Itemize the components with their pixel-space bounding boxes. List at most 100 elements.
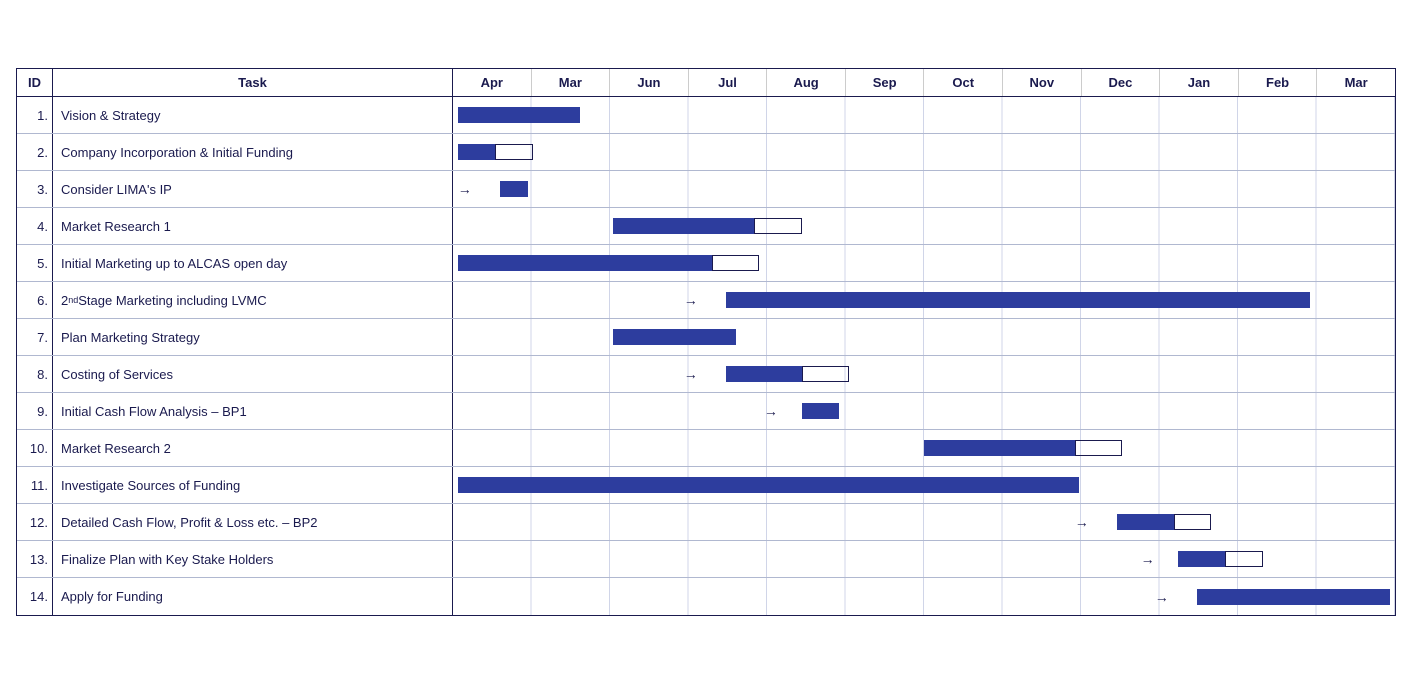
arrow-icon: → bbox=[1155, 589, 1169, 605]
row-id: 5. bbox=[17, 245, 53, 281]
gantt-bar bbox=[1117, 514, 1174, 530]
row-chart: → bbox=[453, 356, 1395, 392]
arrow-icon: → bbox=[458, 181, 472, 197]
gantt-bar-outline bbox=[495, 144, 533, 160]
header-id: ID bbox=[17, 69, 53, 96]
row-chart: → bbox=[453, 393, 1395, 429]
row-id: 12. bbox=[17, 504, 53, 540]
arrow-icon: → bbox=[764, 403, 778, 419]
gantt-bar-outline bbox=[754, 218, 801, 234]
gantt-bar-outline bbox=[1075, 440, 1122, 456]
gantt-bar bbox=[1197, 589, 1390, 605]
arrow-icon: → bbox=[684, 292, 698, 308]
gantt-bar-outline bbox=[1225, 551, 1263, 567]
table-row: 10. Market Research 2 bbox=[17, 430, 1395, 467]
gantt-bar bbox=[613, 218, 754, 234]
header-task: Task bbox=[53, 69, 453, 96]
row-task: Investigate Sources of Funding bbox=[53, 467, 453, 503]
row-task: Company Incorporation & Initial Funding bbox=[53, 134, 453, 170]
month-jan: Jan bbox=[1160, 69, 1239, 96]
table-row: 4. Market Research 1 bbox=[17, 208, 1395, 245]
table-row: 11. Investigate Sources of Funding bbox=[17, 467, 1395, 504]
row-task: Apply for Funding bbox=[53, 578, 453, 615]
month-sep: Sep bbox=[846, 69, 925, 96]
gantt-bar bbox=[1178, 551, 1225, 567]
row-chart bbox=[453, 134, 1395, 170]
row-task: Finalize Plan with Key Stake Holders bbox=[53, 541, 453, 577]
table-row: 5. Initial Marketing up to ALCAS open da… bbox=[17, 245, 1395, 282]
row-task: Plan Marketing Strategy bbox=[53, 319, 453, 355]
table-row: 2. Company Incorporation & Initial Fundi… bbox=[17, 134, 1395, 171]
row-chart bbox=[453, 97, 1395, 133]
row-chart bbox=[453, 245, 1395, 281]
table-row: 8. Costing of Services → bbox=[17, 356, 1395, 393]
row-chart bbox=[453, 430, 1395, 466]
table-row: 3. Consider LIMA's IP → bbox=[17, 171, 1395, 208]
month-jun: Jun bbox=[610, 69, 689, 96]
row-chart: → bbox=[453, 282, 1395, 318]
row-id: 13. bbox=[17, 541, 53, 577]
gantt-bar bbox=[802, 403, 840, 419]
row-task: Consider LIMA's IP bbox=[53, 171, 453, 207]
row-chart: → bbox=[453, 578, 1395, 615]
row-task: Market Research 2 bbox=[53, 430, 453, 466]
month-oct: Oct bbox=[924, 69, 1003, 96]
row-task: Detailed Cash Flow, Profit & Loss etc. –… bbox=[53, 504, 453, 540]
table-row: 9. Initial Cash Flow Analysis – BP1 → bbox=[17, 393, 1395, 430]
gantt-header: ID Task Apr Mar Jun Jul Aug Sep Oct Nov … bbox=[17, 69, 1395, 97]
row-task: Initial Marketing up to ALCAS open day bbox=[53, 245, 453, 281]
row-chart bbox=[453, 208, 1395, 244]
month-jul: Jul bbox=[689, 69, 768, 96]
month-feb: Feb bbox=[1239, 69, 1318, 96]
row-id: 2. bbox=[17, 134, 53, 170]
row-id: 11. bbox=[17, 467, 53, 503]
row-id: 4. bbox=[17, 208, 53, 244]
gantt-bar bbox=[726, 292, 1310, 308]
gantt-bar bbox=[500, 181, 528, 197]
table-row: 13. Finalize Plan with Key Stake Holders… bbox=[17, 541, 1395, 578]
row-chart: → bbox=[453, 171, 1395, 207]
row-task: Initial Cash Flow Analysis – BP1 bbox=[53, 393, 453, 429]
row-id: 8. bbox=[17, 356, 53, 392]
row-id: 3. bbox=[17, 171, 53, 207]
gantt-bar bbox=[458, 477, 1080, 493]
gantt-bar bbox=[613, 329, 735, 345]
arrow-icon: → bbox=[1141, 551, 1155, 567]
arrow-icon: → bbox=[1075, 514, 1089, 530]
row-task: Costing of Services bbox=[53, 356, 453, 392]
gantt-bar-outline bbox=[1174, 514, 1212, 530]
gantt-bar bbox=[924, 440, 1075, 456]
month-may: Mar bbox=[532, 69, 611, 96]
table-row: 7. Plan Marketing Strategy bbox=[17, 319, 1395, 356]
month-apr: Apr bbox=[453, 69, 532, 96]
table-row: 6. 2nd Stage Marketing including LVMC → bbox=[17, 282, 1395, 319]
month-headers: Apr Mar Jun Jul Aug Sep Oct Nov Dec Jan … bbox=[453, 69, 1395, 96]
gantt-bar bbox=[458, 144, 496, 160]
row-id: 14. bbox=[17, 578, 53, 615]
row-chart bbox=[453, 319, 1395, 355]
row-id: 10. bbox=[17, 430, 53, 466]
gantt-bar bbox=[458, 255, 712, 271]
row-task: 2nd Stage Marketing including LVMC bbox=[53, 282, 453, 318]
gantt-bar-outline bbox=[802, 366, 849, 382]
gantt-bar bbox=[726, 366, 801, 382]
month-dec: Dec bbox=[1082, 69, 1161, 96]
row-id: 9. bbox=[17, 393, 53, 429]
arrow-icon: → bbox=[684, 366, 698, 382]
row-task: Market Research 1 bbox=[53, 208, 453, 244]
table-row: 12. Detailed Cash Flow, Profit & Loss et… bbox=[17, 504, 1395, 541]
month-nov: Nov bbox=[1003, 69, 1082, 96]
gantt-chart: ID Task Apr Mar Jun Jul Aug Sep Oct Nov … bbox=[16, 68, 1396, 616]
row-chart: → bbox=[453, 541, 1395, 577]
row-id: 1. bbox=[17, 97, 53, 133]
month-aug: Aug bbox=[767, 69, 846, 96]
row-chart bbox=[453, 467, 1395, 503]
gantt-bar-outline bbox=[712, 255, 759, 271]
row-id: 6. bbox=[17, 282, 53, 318]
row-id: 7. bbox=[17, 319, 53, 355]
table-row: 1. Vision & Strategy bbox=[17, 97, 1395, 134]
table-row: 14. Apply for Funding → bbox=[17, 578, 1395, 615]
row-task: Vision & Strategy bbox=[53, 97, 453, 133]
row-chart: → bbox=[453, 504, 1395, 540]
month-mar2: Mar bbox=[1317, 69, 1395, 96]
